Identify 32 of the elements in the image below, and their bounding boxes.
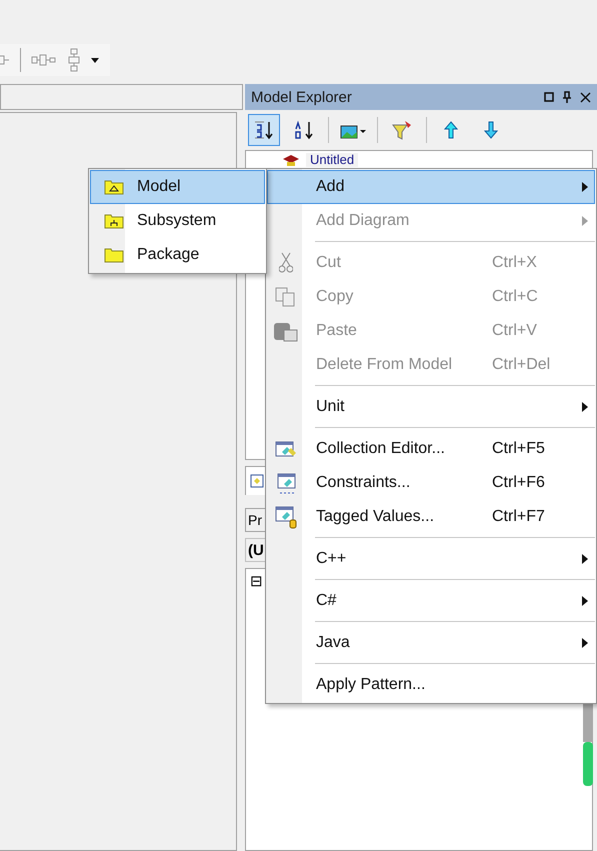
vertical-layout-icon[interactable] xyxy=(67,48,81,72)
menu-item[interactable]: Java xyxy=(267,626,595,660)
window-stack-icon xyxy=(275,441,297,457)
model-folder-icon xyxy=(104,179,124,195)
paste-icon xyxy=(273,320,299,342)
menu-item[interactable]: Package xyxy=(90,238,265,272)
pin-icon[interactable] xyxy=(562,91,572,103)
menu-item[interactable]: Add xyxy=(267,170,595,204)
float-icon[interactable] xyxy=(544,92,554,102)
menu-item[interactable]: Constraints... Ctrl+F6 xyxy=(267,466,595,500)
menu-item[interactable]: Unit xyxy=(267,390,595,424)
scissors-icon xyxy=(279,252,293,274)
panel-title: Model Explorer xyxy=(251,88,353,106)
sort-numeric-button[interactable] xyxy=(248,114,280,146)
menu-item[interactable]: Apply Pattern... xyxy=(267,668,595,702)
subsystem-folder-icon xyxy=(104,213,124,229)
copy-icon xyxy=(275,287,297,307)
window-tag-icon xyxy=(275,506,297,528)
close-icon[interactable] xyxy=(580,92,591,102)
window-braces-icon xyxy=(276,472,296,494)
collapse-toggle[interactable]: ⊟ xyxy=(250,573,263,590)
menu-item[interactable]: Collection Editor... Ctrl+F5 xyxy=(267,432,595,466)
menu-item[interactable]: C# xyxy=(267,584,595,618)
dropdown-caret-icon[interactable] xyxy=(91,58,99,62)
folder-icon xyxy=(104,247,124,263)
menu-item[interactable]: Model xyxy=(90,170,265,204)
menu-item[interactable]: Subsystem xyxy=(90,204,265,238)
sort-alpha-icon xyxy=(293,120,315,140)
tree-item[interactable]: Untitled xyxy=(306,153,358,167)
project-icon xyxy=(282,154,300,166)
sort-numeric-icon xyxy=(253,120,275,140)
horizontal-layout-icon[interactable] xyxy=(31,54,57,66)
